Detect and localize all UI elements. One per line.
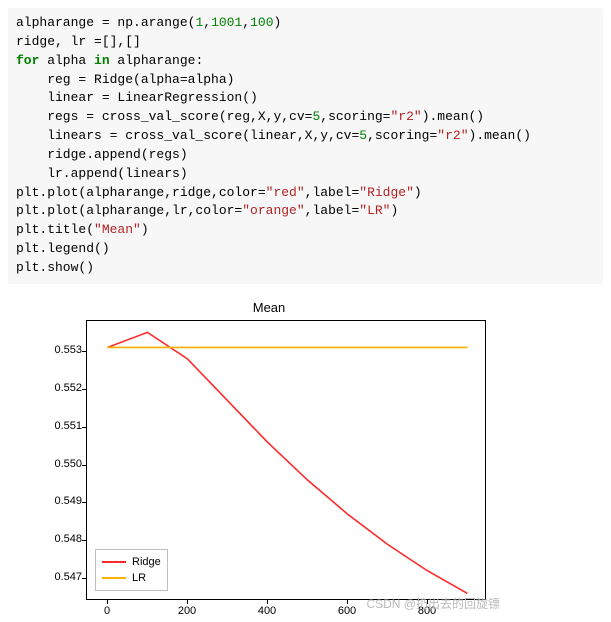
code-line: regs = cross_val_score(reg,X,y,cv=5,scor… — [16, 109, 484, 124]
code-block: alpharange = np.arange(1,1001,100) ridge… — [8, 8, 603, 284]
y-tick-label: 0.550 — [34, 458, 82, 470]
y-tick-mark — [82, 465, 86, 466]
legend-label: LR — [132, 572, 146, 584]
code-line: ridge, lr =[],[] — [16, 34, 141, 49]
code-line: linears = cross_val_score(linear,X,y,cv=… — [16, 128, 531, 143]
plot-box: Ridge LR 0200400600800 — [86, 320, 486, 600]
y-tick-label: 0.552 — [34, 382, 82, 394]
code-line: ridge.append(regs) — [16, 147, 188, 162]
x-tick-mark — [347, 600, 348, 604]
y-tick-label: 0.549 — [34, 495, 82, 507]
y-tick-mark — [82, 578, 86, 579]
legend-swatch — [102, 577, 126, 579]
x-tick-mark — [187, 600, 188, 604]
code-line: plt.legend() — [16, 241, 110, 256]
code-line: plt.plot(alpharange,lr,color="orange",la… — [16, 203, 398, 218]
y-tick-mark — [82, 351, 86, 352]
x-tick-mark — [107, 600, 108, 604]
code-line: for alpha in alpharange: — [16, 53, 203, 68]
legend-entry-lr: LR — [102, 570, 161, 586]
watermark: CSDN @扔出去的回旋镖 — [366, 595, 500, 612]
code-line: plt.plot(alpharange,ridge,color="red",la… — [16, 185, 422, 200]
y-tick-mark — [82, 502, 86, 503]
y-tick-mark — [82, 540, 86, 541]
chart: Mean Ridge LR 0200400600800 CSDN @扔出去的回旋… — [34, 302, 504, 614]
legend-swatch — [102, 561, 126, 563]
code-line: plt.show() — [16, 260, 94, 275]
legend-label: Ridge — [132, 556, 161, 568]
code-line: alpharange = np.arange(1,1001,100) — [16, 15, 281, 30]
y-tick-label: 0.553 — [34, 344, 82, 356]
x-tick-label: 0 — [104, 605, 110, 617]
y-tick-label: 0.551 — [34, 420, 82, 432]
y-tick-label: 0.547 — [34, 571, 82, 583]
x-tick-label: 200 — [178, 605, 196, 617]
x-tick-mark — [267, 600, 268, 604]
y-tick-mark — [82, 389, 86, 390]
legend-entry-ridge: Ridge — [102, 554, 161, 570]
y-tick-mark — [82, 427, 86, 428]
code-line: linear = LinearRegression() — [16, 90, 258, 105]
code-line: plt.title("Mean") — [16, 222, 149, 237]
y-tick-label: 0.548 — [34, 533, 82, 545]
legend: Ridge LR — [95, 549, 168, 591]
code-line: reg = Ridge(alpha=alpha) — [16, 72, 234, 87]
code-line: lr.append(linears) — [16, 166, 188, 181]
x-tick-label: 400 — [258, 605, 276, 617]
chart-title: Mean — [34, 300, 504, 315]
x-tick-label: 600 — [338, 605, 356, 617]
